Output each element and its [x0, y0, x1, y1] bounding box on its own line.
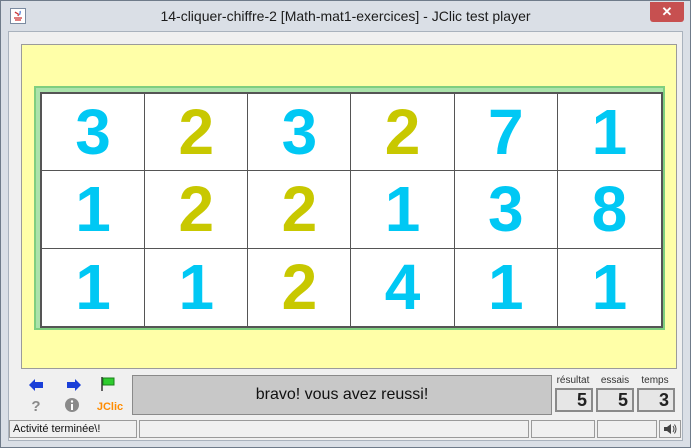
cell-digit: 1: [178, 251, 215, 324]
cell-digit: 3: [75, 96, 111, 169]
jclic-about-button[interactable]: JClic: [97, 398, 123, 416]
svg-text:?: ?: [31, 398, 40, 413]
arrow-left-icon: [29, 379, 43, 391]
time-label: temps: [641, 375, 669, 386]
green-flag-icon: [101, 377, 115, 391]
cell-digit: 2: [178, 173, 215, 246]
cell-digit: 1: [384, 173, 421, 246]
speaker-icon: [664, 424, 677, 434]
jclic-logo: JClic: [96, 401, 124, 413]
control-panel: ? JClic bravo! vous avez reussi! résulta…: [9, 372, 682, 416]
grid-cell[interactable]: 1: [557, 94, 661, 172]
info-button[interactable]: [62, 396, 82, 414]
title-bar[interactable]: 14-cliquer-chiffre-2 [Math-mat1-exercice…: [1, 1, 690, 31]
cell-digit: 1: [75, 173, 111, 246]
close-button[interactable]: ✕: [650, 2, 684, 22]
grid-cell[interactable]: 4: [351, 248, 455, 326]
grid-cell[interactable]: 3: [248, 94, 352, 172]
app-window: 14-cliquer-chiffre-2 [Math-mat1-exercice…: [0, 0, 691, 448]
activity-area: 323271122138112411: [21, 44, 677, 369]
window-title: 14-cliquer-chiffre-2 [Math-mat1-exercice…: [160, 8, 531, 24]
status-message: Activité terminée\!: [9, 420, 137, 438]
grid-cell[interactable]: 2: [145, 94, 249, 172]
tries-counter: 5: [596, 388, 634, 412]
grid-cell[interactable]: 1: [145, 248, 249, 326]
result-counter: 5: [555, 388, 593, 412]
cell-digit: 1: [591, 251, 628, 324]
status-bar: Activité terminée\!: [9, 420, 682, 440]
digit-grid: 323271122138112411: [40, 92, 663, 328]
cell-digit: 1: [591, 96, 628, 169]
grid-cell[interactable]: 3: [454, 171, 558, 249]
cell-digit: 3: [487, 173, 524, 246]
previous-activity-button[interactable]: [26, 376, 46, 394]
question-icon: ?: [31, 398, 40, 413]
grid-cell[interactable]: 2: [351, 94, 455, 172]
grid-cell[interactable]: 2: [145, 171, 249, 249]
status-progress: [139, 420, 529, 438]
close-icon: ✕: [661, 4, 673, 19]
grid-cell[interactable]: 2: [248, 248, 352, 326]
cell-digit: 8: [591, 173, 628, 246]
cell-digit: 2: [384, 96, 421, 169]
grid-cell[interactable]: 1: [351, 171, 455, 249]
cell-digit: 7: [487, 96, 524, 169]
cell-digit: 4: [384, 251, 421, 324]
grid-cell[interactable]: 1: [42, 171, 146, 249]
info-icon: [65, 398, 79, 412]
sound-toggle[interactable]: [659, 420, 681, 438]
message-box: bravo! vous avez reussi!: [132, 375, 552, 415]
cell-digit: 3: [281, 96, 318, 169]
help-button[interactable]: ?: [26, 396, 46, 414]
status-field-2: [531, 420, 595, 438]
tries-label: essais: [600, 375, 630, 386]
cell-digit: 2: [281, 173, 318, 246]
cell-digit: 1: [487, 251, 524, 324]
grid-cell[interactable]: 8: [557, 171, 661, 249]
restart-activity-button[interactable]: [98, 375, 118, 393]
cell-digit: 1: [75, 251, 111, 324]
next-activity-button[interactable]: [64, 376, 84, 394]
grid-cell[interactable]: 1: [558, 249, 661, 326]
time-counter: 3: [637, 388, 675, 412]
status-field-3: [597, 420, 657, 438]
grid-frame: 323271122138112411: [34, 86, 665, 330]
cell-digit: 2: [178, 96, 215, 169]
grid-cell[interactable]: 1: [455, 248, 558, 326]
client-area: 323271122138112411 ? JClic bravo! vous a…: [8, 31, 683, 441]
grid-cell[interactable]: 7: [454, 94, 558, 172]
grid-cell[interactable]: 1: [42, 248, 146, 326]
message-text: bravo! vous avez reussi!: [255, 386, 429, 403]
grid-cell[interactable]: 3: [42, 94, 146, 172]
grid-cell[interactable]: 2: [248, 171, 352, 249]
arrow-right-icon: [67, 379, 81, 391]
result-label: résultat: [556, 375, 590, 386]
cell-digit: 2: [281, 251, 318, 324]
